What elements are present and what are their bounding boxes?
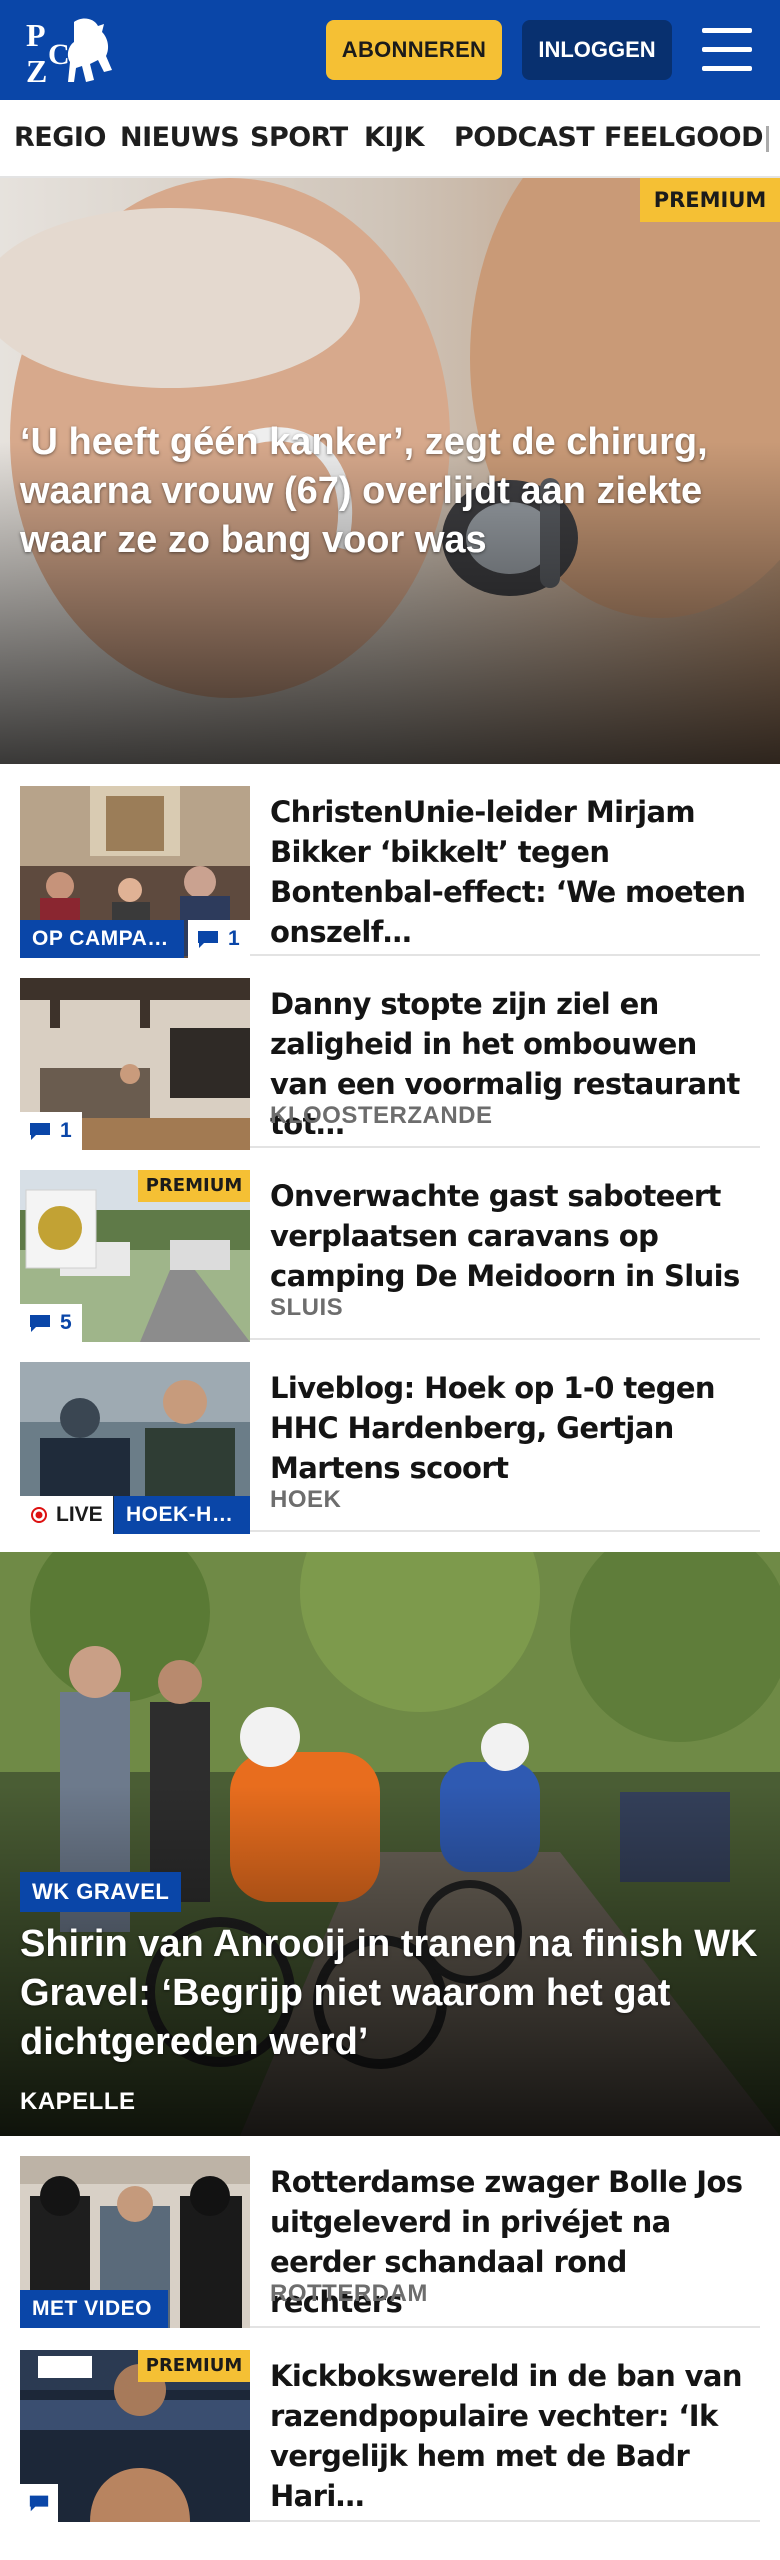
nav-item-feelgood[interactable]: FEELGOOD — [604, 122, 764, 153]
nav-item-kijk[interactable]: KIJK — [364, 122, 424, 153]
article-title[interactable]: ChristenUnie-leider Mirjam Bikker ‘bikke… — [270, 792, 760, 952]
svg-text:C: C — [48, 38, 70, 71]
article-thumbnail: PREMIUM — [20, 2350, 250, 2522]
video-tag: MET VIDEO — [20, 2290, 168, 2328]
svg-text:Z: Z — [26, 53, 47, 88]
article-title[interactable]: Kickbokswereld in de ban van razendpopul… — [270, 2356, 760, 2516]
article-item[interactable]: OP CAMPA… 1 ChristenUnie-leider Mirjam B… — [20, 786, 760, 958]
pzc-logo[interactable]: P Z C — [24, 12, 114, 89]
comment-icon — [30, 1123, 50, 1140]
live-label: LIVE — [56, 1503, 103, 1526]
nav-item-nieuws[interactable]: NIEUWS — [120, 122, 240, 153]
article-item[interactable]: PREMIUM 5 Onverwachte gast saboteert ver… — [20, 1170, 760, 1342]
comment-count: 1 — [188, 920, 250, 958]
svg-text:P: P — [26, 17, 46, 53]
live-indicator: LIVE — [20, 1496, 113, 1534]
comment-icon — [29, 2495, 49, 2512]
live-dot-icon — [31, 1507, 47, 1523]
article-location: SLUIS — [270, 1294, 344, 1321]
hamburger-menu-icon[interactable] — [702, 28, 752, 72]
featured-location: KAPELLE — [20, 2088, 136, 2115]
category-tag: HOEK-H… — [114, 1496, 250, 1534]
premium-badge: PREMIUM — [138, 1170, 250, 1202]
article-item[interactable]: MET VIDEO Rotterdamse zwager Bolle Jos u… — [20, 2156, 760, 2328]
article-location: HOEK — [270, 1486, 342, 1513]
site-header: P Z C ABONNEREN INLOGGEN — [0, 0, 780, 100]
category-tag: WK GRAVEL — [20, 1872, 182, 1912]
article-item[interactable]: 1 Danny stopte zijn ziel en zaligheid in… — [20, 978, 760, 1150]
category-tag: OP CAMPA… — [20, 920, 184, 958]
comment-count: 1 — [20, 1112, 82, 1150]
comment-count-value: 1 — [228, 927, 240, 950]
comment-count: 5 — [20, 1304, 82, 1342]
nav-item-sport[interactable]: SPORT — [250, 122, 348, 153]
article-thumbnail: 1 — [20, 978, 250, 1150]
subscribe-button[interactable]: ABONNEREN — [326, 20, 502, 80]
nav-item-regio[interactable]: REGIO — [14, 122, 106, 153]
article-item[interactable]: PREMIUM Kickbokswereld in de ban van raz… — [20, 2350, 760, 2522]
article-location: KLOOSTERZANDE — [270, 1102, 493, 1129]
article-title[interactable]: Liveblog: Hoek op 1-0 tegen HHC Hardenbe… — [270, 1368, 760, 1488]
comment-icon — [30, 1315, 50, 1332]
article-thumbnail: OP CAMPA… 1 — [20, 786, 250, 958]
article-thumbnail: MET VIDEO — [20, 2156, 250, 2328]
comment-icon — [198, 931, 218, 948]
nav-item-podcast[interactable]: PODCAST — [454, 122, 595, 153]
featured-title[interactable]: Shirin van Anrooij in tranen na finish W… — [20, 1920, 765, 2067]
article-location: ROTTERDAM — [270, 2280, 428, 2307]
comment-indicator — [20, 2484, 58, 2522]
article-item[interactable]: LIVE HOEK-H… Liveblog: Hoek op 1-0 tegen… — [20, 1362, 760, 1534]
article-title[interactable]: Onverwachte gast saboteert verplaatsen c… — [270, 1176, 760, 1296]
comment-count-value: 5 — [60, 1311, 72, 1334]
comment-count-value: 1 — [60, 1119, 72, 1142]
login-button[interactable]: INLOGGEN — [522, 20, 672, 80]
section-nav: REGIO NIEUWS SPORT KIJK PODCAST FEELGOOD — [0, 100, 780, 178]
hero-title[interactable]: ‘U heeft géén kanker’, zegt de chirurg, … — [20, 418, 765, 565]
article-thumbnail: LIVE HOEK-H… — [20, 1362, 250, 1534]
nav-overflow-hint — [766, 126, 769, 152]
premium-badge: PREMIUM — [640, 178, 780, 222]
article-thumbnail: PREMIUM 5 — [20, 1170, 250, 1342]
premium-badge: PREMIUM — [138, 2350, 250, 2382]
